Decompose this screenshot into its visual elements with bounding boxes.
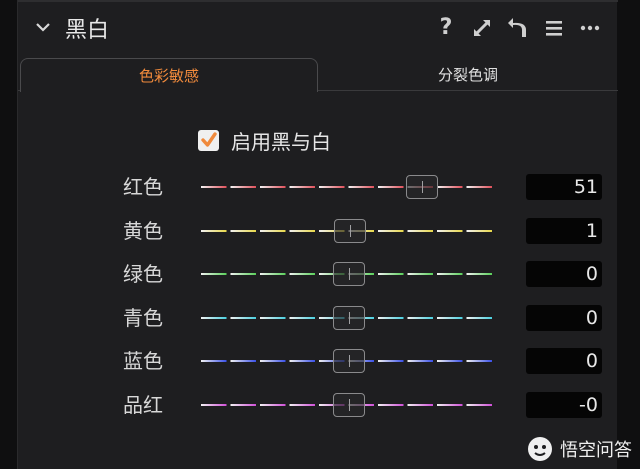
gradient-track-icon	[201, 186, 492, 188]
slider-track[interactable]	[201, 219, 496, 243]
slider-label: 品红	[123, 393, 163, 417]
panel-header: 黑白 ?	[18, 8, 618, 48]
slider-track[interactable]	[201, 306, 496, 330]
header-tools: ?	[434, 14, 602, 42]
watermark: 悟空问答	[526, 435, 632, 463]
slider-row: 绿色 0	[18, 259, 618, 289]
slider-value-field[interactable]: -0	[526, 392, 602, 418]
slider-thumb[interactable]	[332, 262, 365, 286]
slider-row: 红色 51	[18, 172, 618, 202]
watermark-text: 悟空问答	[560, 440, 632, 461]
slider-label: 黄色	[123, 219, 163, 243]
slider-value-field[interactable]: 51	[526, 174, 602, 200]
slider-track[interactable]	[201, 349, 496, 373]
slider-value-field[interactable]: 0	[526, 261, 602, 287]
slider-thumb[interactable]	[332, 393, 365, 417]
reset-icon[interactable]	[506, 16, 530, 40]
menu-icon[interactable]	[542, 16, 566, 40]
more-icon[interactable]	[578, 16, 602, 40]
help-glyph: ?	[439, 15, 453, 40]
slider-track[interactable]	[201, 393, 496, 417]
tab-split-toning[interactable]: 分裂色调	[318, 58, 618, 91]
panel-top-border	[18, 0, 618, 2]
slider-thumb[interactable]	[406, 175, 439, 199]
slider-value-field[interactable]: 0	[526, 305, 602, 331]
slider-label: 蓝色	[123, 349, 163, 373]
slider-thumb[interactable]	[332, 349, 365, 373]
wukong-logo-icon	[528, 437, 552, 461]
enable-bw-checkbox[interactable]	[198, 129, 219, 151]
slider-label: 绿色	[123, 262, 163, 286]
tab-bar: 色彩敏感 分裂色调	[18, 58, 618, 92]
slider-thumb[interactable]	[332, 306, 365, 330]
slider-track[interactable]	[201, 262, 496, 286]
enable-bw-label: 启用黑与白	[231, 129, 331, 154]
slider-row: 蓝色 0	[18, 346, 618, 376]
slider-label: 青色	[123, 306, 163, 330]
slider-row: 黄色 1	[18, 216, 618, 246]
help-icon[interactable]: ?	[434, 16, 458, 40]
slider-value-field[interactable]: 0	[526, 348, 602, 374]
tab-color-sensitivity[interactable]: 色彩敏感	[20, 58, 318, 92]
slider-thumb[interactable]	[334, 219, 366, 243]
checkmark-icon	[200, 132, 217, 147]
expand-icon[interactable]	[470, 16, 494, 40]
chevron-down-icon[interactable]	[34, 18, 52, 36]
enable-bw-row[interactable]: 启用黑与白	[198, 126, 331, 154]
black-white-panel: 黑白 ? 色彩敏感 分裂色调 启用黑与白 红色 51 黄色 1 绿色 0 青色 …	[17, 0, 618, 469]
slider-row: 青色 0	[18, 303, 618, 333]
panel-title: 黑白	[65, 18, 110, 43]
slider-track[interactable]	[201, 175, 496, 199]
slider-value-field[interactable]: 1	[526, 218, 602, 244]
slider-row: 品红 -0	[18, 390, 618, 420]
slider-label: 红色	[123, 175, 163, 199]
